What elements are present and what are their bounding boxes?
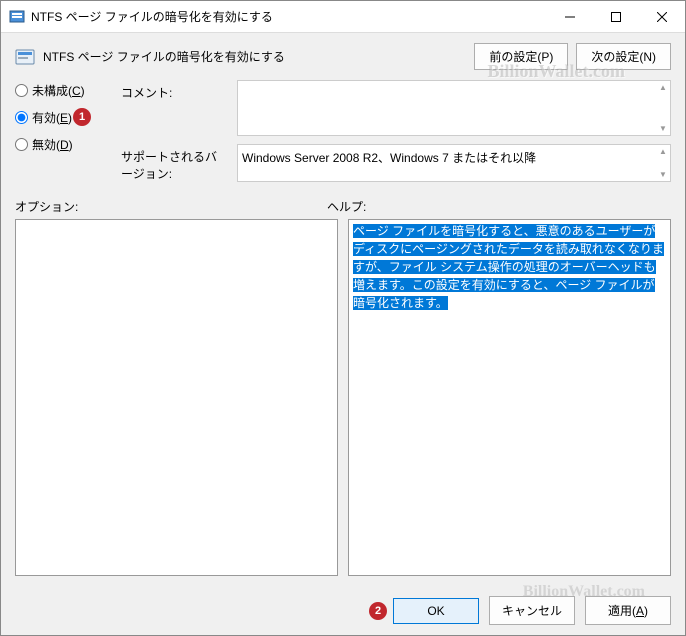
next-setting-button[interactable]: 次の設定(N) [576,43,671,70]
annotation-marker-1: 1 [73,108,91,126]
help-panel[interactable]: ページ ファイルを暗号化すると、悪意のあるユーザーがディスクにページングされたデ… [348,219,671,576]
footer: 2 OK キャンセル 適用(A) [1,586,685,635]
dialog-window: NTFS ページ ファイルの暗号化を有効にする NTFS ページ ファイルの暗号… [0,0,686,636]
help-label: ヘルプ: [327,198,366,215]
window-title: NTFS ページ ファイルの暗号化を有効にする [31,8,547,25]
apply-button[interactable]: 適用(A) [585,596,671,625]
previous-setting-button[interactable]: 前の設定(P) [474,43,568,70]
policy-title: NTFS ページ ファイルの暗号化を有効にする [43,48,466,65]
scrollbar-icon: ▲▼ [658,81,668,135]
app-icon [9,9,25,25]
annotation-marker-2: 2 [369,602,387,620]
ok-button[interactable]: OK [393,598,479,624]
radio-disabled[interactable]: 無効(D) [15,136,105,153]
help-text: ページ ファイルを暗号化すると、悪意のあるユーザーがディスクにページングされたデ… [353,224,664,310]
window-controls [547,1,685,32]
close-button[interactable] [639,1,685,32]
radio-disabled-label: 無効(D) [32,136,73,153]
scrollbar-icon: ▲▼ [658,145,668,181]
comment-textbox[interactable]: ▲▼ [237,80,671,136]
radio-enabled-label: 有効(E) [32,109,72,126]
content-area: 未構成(C) 有効(E) 1 無効(D) コメント: ▲▼ [1,80,685,586]
radio-enabled[interactable]: 有効(E) 1 [15,109,105,126]
nav-buttons: 前の設定(P) 次の設定(N) [474,43,671,70]
radio-not-configured-label: 未構成(C) [32,82,85,99]
policy-icon [15,47,35,67]
options-panel[interactable] [15,219,338,576]
state-radio-group: 未構成(C) 有効(E) 1 無効(D) [15,80,105,182]
minimize-button[interactable] [547,1,593,32]
titlebar: NTFS ページ ファイルの暗号化を有効にする [1,1,685,33]
maximize-button[interactable] [593,1,639,32]
options-label: オプション: [15,198,327,215]
supported-label: サポートされるバージョン: [121,144,229,182]
radio-enabled-input[interactable] [15,111,28,124]
radio-not-configured-input[interactable] [15,84,28,97]
header-row: NTFS ページ ファイルの暗号化を有効にする 前の設定(P) 次の設定(N) [1,33,685,80]
supported-textbox: Windows Server 2008 R2、Windows 7 またはそれ以降… [237,144,671,182]
radio-disabled-input[interactable] [15,138,28,151]
radio-not-configured[interactable]: 未構成(C) [15,82,105,99]
cancel-button[interactable]: キャンセル [489,596,575,625]
comment-label: コメント: [121,80,229,101]
supported-value: Windows Server 2008 R2、Windows 7 またはそれ以降 [242,151,536,165]
